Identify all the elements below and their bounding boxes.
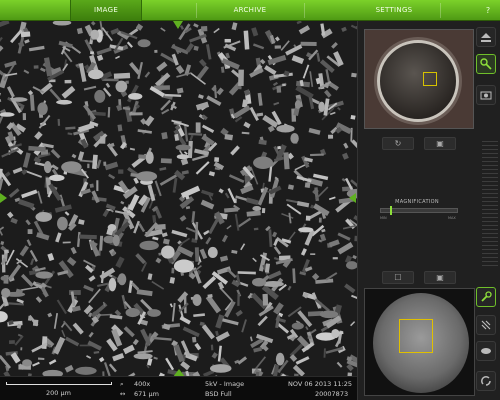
- overview-image[interactable]: [364, 288, 475, 396]
- field-width-icon: ↔: [120, 390, 126, 398]
- tab-divider: [196, 3, 197, 18]
- help-button[interactable]: ?: [482, 0, 494, 21]
- tab-image[interactable]: IMAGE: [70, 0, 142, 21]
- tab-archive[interactable]: ARCHIVE: [210, 0, 290, 21]
- pan-up-arrow[interactable]: [173, 21, 183, 29]
- navcam-position-marker: [423, 72, 437, 86]
- camera-button[interactable]: [476, 85, 496, 105]
- pan-left-arrow[interactable]: [0, 193, 7, 203]
- datetime-value: NOV 06 2013 11:25: [288, 380, 353, 388]
- navcam-capture-button[interactable]: ▣: [424, 137, 456, 150]
- detector-value: BSD Full: [205, 390, 232, 398]
- camera-icon: [480, 91, 492, 100]
- tab-settings[interactable]: SETTINGS: [356, 0, 432, 21]
- scale-label: 200 µm: [46, 389, 71, 397]
- optical-view-button[interactable]: ☐: [382, 271, 414, 284]
- image-id-value: 20007873: [315, 390, 349, 398]
- magnification-min-label: MIN: [380, 216, 387, 220]
- rotate-button[interactable]: ↻: [382, 137, 414, 150]
- navigation-camera-view[interactable]: [364, 29, 474, 129]
- contrast-icon: [481, 376, 491, 386]
- magnification-value: 400x: [134, 380, 151, 388]
- detector-button[interactable]: [476, 341, 496, 361]
- tab-divider: [440, 3, 441, 18]
- control-panel: ↻ ▣ MAGNIFICATION MIN MAX ☐ ▣: [357, 21, 500, 400]
- scale-bar: [6, 382, 112, 385]
- sem-capture-button[interactable]: ▣: [424, 271, 456, 284]
- navigation-icon: [480, 58, 492, 70]
- eject-icon: [481, 33, 491, 42]
- wrench-icon: [481, 291, 492, 302]
- sample-holder: [377, 40, 459, 122]
- voltage-mode-value: 5kV - Image: [205, 380, 245, 388]
- pan-right-arrow[interactable]: [349, 193, 356, 203]
- sem-micrograph: [0, 21, 357, 376]
- scan-icon: [481, 320, 491, 330]
- scan-button[interactable]: [476, 315, 496, 335]
- overview-frame-marker: [399, 319, 433, 353]
- magnifier-icon: ⌕: [120, 380, 124, 388]
- magnification-slider[interactable]: [380, 206, 458, 215]
- magnification-title: MAGNIFICATION: [395, 199, 439, 205]
- brightness-button[interactable]: [476, 371, 496, 391]
- status-bar: 200 µm ⌕ 400x ↔ 671 µm 5kV - Image BSD F…: [0, 376, 357, 400]
- magnification-max-label: MAX: [448, 216, 456, 220]
- magnification-slider-thumb[interactable]: [390, 206, 393, 215]
- field-width-value: 671 µm: [134, 390, 159, 398]
- eject-button[interactable]: [476, 27, 496, 47]
- focus-button[interactable]: [476, 287, 496, 307]
- sem-image-view[interactable]: [0, 21, 357, 376]
- panel-grip: [482, 141, 498, 269]
- tab-divider: [304, 3, 305, 18]
- top-tab-bar: IMAGE ARCHIVE SETTINGS ?: [0, 0, 500, 21]
- detector-icon: [481, 348, 491, 354]
- navigation-button[interactable]: [476, 54, 496, 74]
